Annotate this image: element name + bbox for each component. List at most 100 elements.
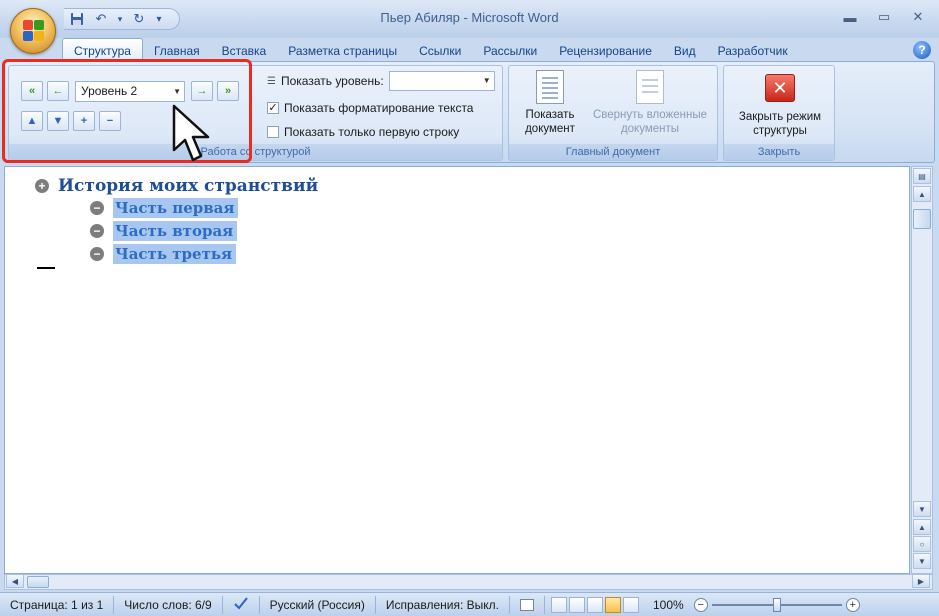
mouse-pointer-icon xyxy=(172,104,210,162)
office-button[interactable] xyxy=(10,8,56,54)
heading-2-text[interactable]: Часть третья xyxy=(113,244,237,264)
outline-tools-group: « ← Уровень 2 ▼ → » ▲ ▼ + − ☰ Показать у… xyxy=(8,65,503,161)
zoom-level[interactable]: 100% xyxy=(653,598,690,612)
window-controls: ▬ ▭ ✕ xyxy=(835,6,933,28)
collapse-button[interactable]: − xyxy=(99,111,121,131)
outline-heading-2[interactable]: − Часть первая xyxy=(90,198,239,218)
full-screen-reading-view-icon[interactable] xyxy=(568,596,585,613)
move-up-button[interactable]: ▲ xyxy=(21,111,43,131)
vertical-scrollbar[interactable]: ▤ ▲ ▼ ▲ ○ ▼ xyxy=(911,166,933,574)
language-indicator[interactable]: Русский (Россия) xyxy=(260,595,376,614)
heading-2-text[interactable]: Часть первая xyxy=(113,198,239,218)
tab-outline[interactable]: Структура xyxy=(62,38,143,62)
select-browse-object-button[interactable]: ○ xyxy=(913,536,931,552)
show-first-line-row[interactable]: Показать только первую строку xyxy=(267,123,459,141)
help-icon[interactable]: ? xyxy=(913,41,931,59)
zoom-slider[interactable] xyxy=(711,597,842,612)
collapse-subdocuments-label-1: Свернуть вложенные xyxy=(592,109,708,121)
status-bar: Страница: 1 из 1 Число слов: 6/9 Русский… xyxy=(0,592,939,616)
tab-home[interactable]: Главная xyxy=(143,40,211,62)
word-count[interactable]: Число слов: 6/9 xyxy=(114,595,223,614)
tab-review[interactable]: Рецензирование xyxy=(548,40,663,62)
demote-button[interactable]: → xyxy=(191,81,213,101)
track-changes-indicator[interactable]: Исправления: Выкл. xyxy=(376,595,510,614)
draft-view-icon[interactable] xyxy=(622,596,639,613)
tab-insert[interactable]: Вставка xyxy=(211,40,278,62)
zoom-slider-thumb[interactable] xyxy=(772,597,781,612)
show-document-label-2: документ xyxy=(525,123,575,135)
tab-view[interactable]: Вид xyxy=(663,40,707,62)
previous-page-button[interactable]: ▲ xyxy=(913,519,931,535)
view-buttons xyxy=(545,596,645,613)
ribbon: « ← Уровень 2 ▼ → » ▲ ▼ + − ☰ Показать у… xyxy=(4,61,935,163)
outline-tools-group-label: Работа со структурой xyxy=(9,144,502,160)
outline-level-select[interactable]: Уровень 2 ▼ xyxy=(75,81,185,102)
promote-button[interactable]: ← xyxy=(47,81,69,101)
undo-dropdown-icon[interactable]: ▾ xyxy=(116,10,124,28)
zoom-out-button[interactable]: − xyxy=(693,597,708,612)
expand-bullet-icon[interactable]: + xyxy=(35,179,49,193)
master-document-group: Показать документ Свернуть вложенные док… xyxy=(508,65,718,161)
zoom-in-button[interactable]: + xyxy=(845,597,860,612)
web-layout-view-icon[interactable] xyxy=(586,596,603,613)
demote-to-body-button[interactable]: » xyxy=(217,81,239,101)
save-icon[interactable] xyxy=(68,10,86,28)
tab-page-layout[interactable]: Разметка страницы xyxy=(277,40,408,62)
move-down-button[interactable]: ▼ xyxy=(47,111,69,131)
master-document-group-label: Главный документ xyxy=(509,144,717,160)
show-formatting-row[interactable]: ✓ Показать форматирование текста xyxy=(267,99,473,117)
collapse-bullet-icon[interactable]: − xyxy=(90,247,104,261)
show-options-panel: ☰ Показать уровень: ▼ ✓ Показать формати… xyxy=(259,69,504,141)
show-first-line-checkbox[interactable] xyxy=(267,126,279,138)
tab-mailings[interactable]: Рассылки xyxy=(472,40,548,62)
show-formatting-checkbox[interactable]: ✓ xyxy=(267,102,279,114)
office-logo-icon xyxy=(23,20,45,42)
collapse-subdocuments-button[interactable]: Свернуть вложенные документы xyxy=(587,70,713,142)
show-document-button[interactable]: Показать документ xyxy=(515,70,585,142)
tab-references[interactable]: Ссылки xyxy=(408,40,472,62)
proofing-icon[interactable] xyxy=(223,595,260,614)
macro-record-icon[interactable] xyxy=(510,595,545,614)
collapse-bullet-icon[interactable]: − xyxy=(90,201,104,215)
ruler-toggle-icon[interactable]: ▤ xyxy=(913,168,931,184)
next-page-button[interactable]: ▼ xyxy=(913,553,931,569)
close-outline-view-button[interactable]: ✕ Закрыть режим структуры xyxy=(728,70,832,142)
tab-developer[interactable]: Разработчик xyxy=(707,40,799,62)
horizontal-scrollbar[interactable]: ◀ ▶ xyxy=(4,574,933,590)
print-layout-view-icon[interactable] xyxy=(550,596,567,613)
document-area[interactable]: + История моих странствий − Часть первая… xyxy=(4,166,910,574)
scroll-up-button[interactable]: ▲ xyxy=(913,186,931,202)
collapse-subdocuments-label-2: документы xyxy=(620,123,680,135)
outline-heading-2[interactable]: − Часть вторая xyxy=(90,221,238,241)
show-level-select[interactable]: ▼ xyxy=(388,71,495,91)
promote-to-heading-button[interactable]: « xyxy=(21,81,43,101)
ribbon-tabs: Структура Главная Вставка Разметка стран… xyxy=(62,38,799,62)
close-outline-label-2: структуры xyxy=(753,125,807,137)
collapse-subdocuments-icon xyxy=(636,70,664,104)
outline-view-icon[interactable] xyxy=(604,596,621,613)
document-icon xyxy=(536,70,564,104)
page-indicator[interactable]: Страница: 1 из 1 xyxy=(0,595,115,614)
vertical-scroll-thumb[interactable] xyxy=(913,209,931,229)
collapse-bullet-icon[interactable]: − xyxy=(90,224,104,238)
outline-level-value: Уровень 2 xyxy=(81,84,138,98)
close-window-button[interactable]: ✕ xyxy=(903,6,933,28)
minimize-button[interactable]: ▬ xyxy=(835,6,865,28)
scroll-down-button[interactable]: ▼ xyxy=(913,501,931,517)
close-group-label: Закрыть xyxy=(724,144,834,160)
heading-1-text[interactable]: История моих странствий xyxy=(58,176,318,196)
show-formatting-label: Показать форматирование текста xyxy=(284,101,474,115)
maximize-button[interactable]: ▭ xyxy=(869,6,899,28)
scroll-right-button[interactable]: ▶ xyxy=(912,574,930,588)
scroll-left-button[interactable]: ◀ xyxy=(6,574,24,588)
expand-button[interactable]: + xyxy=(73,111,95,131)
horizontal-scroll-thumb[interactable] xyxy=(27,576,49,588)
outline-heading-1[interactable]: + История моих странствий xyxy=(35,176,318,196)
undo-icon[interactable]: ↶ xyxy=(92,10,110,28)
customize-qat-icon[interactable]: ▾ xyxy=(154,10,164,28)
outline-heading-2[interactable]: − Часть третья xyxy=(90,244,237,264)
heading-2-text[interactable]: Часть вторая xyxy=(113,221,238,241)
show-first-line-label: Показать только первую строку xyxy=(284,125,460,139)
text-cursor xyxy=(37,267,55,269)
redo-icon[interactable]: ↻ xyxy=(130,10,148,28)
